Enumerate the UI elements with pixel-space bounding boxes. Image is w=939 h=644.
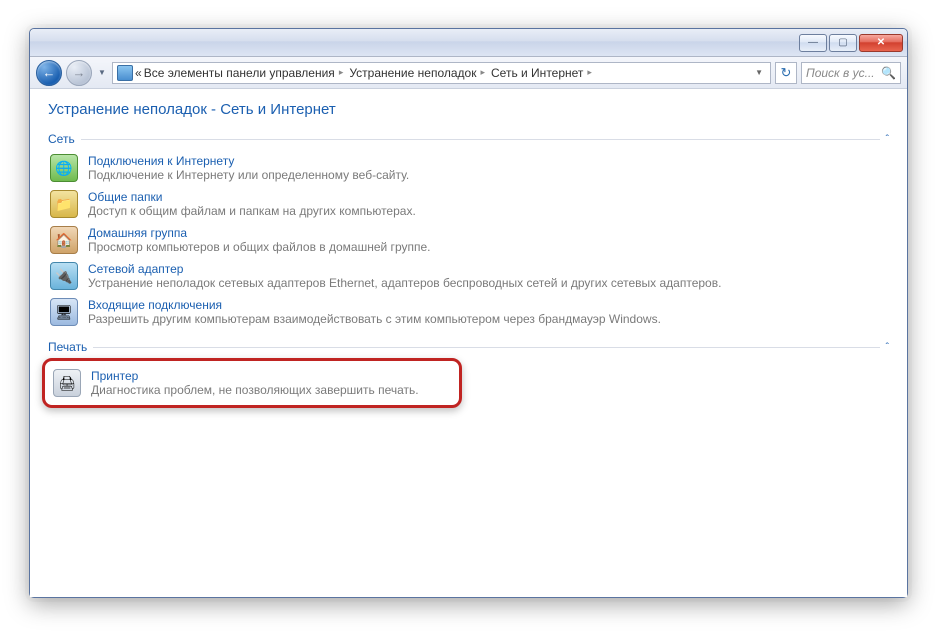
forward-button[interactable]: → — [66, 60, 92, 86]
troubleshooter-item-printer[interactable]: Принтер Диагностика проблем, не позволяю… — [51, 365, 453, 401]
section-print: Печать ˆ Принтер Диагностика проблем, не… — [48, 340, 889, 408]
page-title: Устранение неполадок - Сеть и Интернет — [48, 101, 889, 118]
section-title: Сеть — [48, 132, 75, 146]
titlebar: — ▢ ✕ — [30, 29, 907, 57]
forward-icon: → — [73, 65, 86, 80]
troubleshooter-item-adapter[interactable]: Сетевой адаптер Устранение неполадок сет… — [48, 258, 889, 294]
minimize-button[interactable]: — — [799, 34, 827, 52]
breadcrumb-sep: ▸ — [587, 67, 592, 78]
maximize-button[interactable]: ▢ — [829, 34, 857, 52]
folder-icon — [50, 190, 78, 218]
highlight-annotation: Принтер Диагностика проблем, не позволяю… — [42, 358, 462, 408]
item-title: Домашняя группа — [88, 226, 430, 240]
troubleshooter-item-internet[interactable]: Подключения к Интернету Подключение к Ин… — [48, 150, 889, 186]
search-icon: 🔍 — [881, 66, 896, 80]
breadcrumb-item[interactable]: Устранение неполадок — [349, 66, 476, 80]
section-header-print[interactable]: Печать ˆ — [48, 340, 889, 354]
breadcrumb-item[interactable]: Сеть и Интернет — [491, 66, 583, 80]
collapse-icon: ˆ — [886, 342, 889, 353]
internet-icon — [50, 154, 78, 182]
item-title: Принтер — [91, 369, 419, 383]
control-panel-icon — [117, 65, 133, 81]
breadcrumb: Сеть и Интернет ▸ — [491, 66, 596, 80]
item-desc: Диагностика проблем, не позволяющих заве… — [91, 383, 419, 397]
item-desc: Просмотр компьютеров и общих файлов в до… — [88, 240, 430, 254]
close-button[interactable]: ✕ — [859, 34, 903, 52]
monitor-icon — [50, 298, 78, 326]
item-title: Входящие подключения — [88, 298, 661, 312]
back-button[interactable]: ← — [36, 60, 62, 86]
address-dropdown[interactable]: ▼ — [752, 68, 766, 77]
item-title: Общие папки — [88, 190, 416, 204]
troubleshooter-item-homegroup[interactable]: Домашняя группа Просмотр компьютеров и о… — [48, 222, 889, 258]
breadcrumb: Устранение неполадок ▸ — [349, 66, 489, 80]
collapse-icon: ˆ — [886, 134, 889, 145]
troubleshooter-item-incoming[interactable]: Входящие подключения Разрешить другим ко… — [48, 294, 889, 330]
breadcrumb-item[interactable]: Все элементы панели управления — [144, 66, 335, 80]
window-frame: — ▢ ✕ ← → ▼ « Все элементы панели управл… — [29, 28, 908, 598]
back-icon: ← — [43, 65, 56, 80]
search-placeholder: Поиск в ус... — [806, 66, 875, 80]
section-title: Печать — [48, 340, 87, 354]
divider — [81, 139, 880, 140]
content-area: Устранение неполадок - Сеть и Интернет С… — [30, 89, 907, 597]
item-desc: Устранение неполадок сетевых адаптеров E… — [88, 276, 721, 290]
breadcrumb-sep: ▸ — [339, 67, 344, 78]
item-desc: Разрешить другим компьютерам взаимодейст… — [88, 312, 661, 326]
section-network: Сеть ˆ Подключения к Интернету Подключен… — [48, 132, 889, 330]
breadcrumb: Все элементы панели управления ▸ — [144, 66, 348, 80]
adapter-icon — [50, 262, 78, 290]
divider — [93, 347, 879, 348]
close-icon: ✕ — [877, 37, 885, 48]
item-desc: Подключение к Интернету или определенном… — [88, 168, 409, 182]
refresh-button[interactable]: ↻ — [775, 62, 797, 84]
item-title: Сетевой адаптер — [88, 262, 721, 276]
home-icon — [50, 226, 78, 254]
breadcrumb-prefix: « — [135, 66, 142, 80]
refresh-icon: ↻ — [781, 65, 792, 81]
item-title: Подключения к Интернету — [88, 154, 409, 168]
minimize-icon: — — [808, 37, 818, 48]
address-bar[interactable]: « Все элементы панели управления ▸ Устра… — [112, 62, 771, 84]
nav-history-dropdown[interactable]: ▼ — [96, 65, 108, 81]
section-header-network[interactable]: Сеть ˆ — [48, 132, 889, 146]
troubleshooter-item-shared-folders[interactable]: Общие папки Доступ к общим файлам и папк… — [48, 186, 889, 222]
maximize-icon: ▢ — [838, 37, 847, 48]
breadcrumb-sep: ▸ — [480, 67, 485, 78]
search-input[interactable]: Поиск в ус... 🔍 — [801, 62, 901, 84]
chevron-down-icon: ▼ — [98, 68, 106, 77]
item-desc: Доступ к общим файлам и папкам на других… — [88, 204, 416, 218]
printer-icon — [53, 369, 81, 397]
navbar: ← → ▼ « Все элементы панели управления ▸… — [30, 57, 907, 89]
